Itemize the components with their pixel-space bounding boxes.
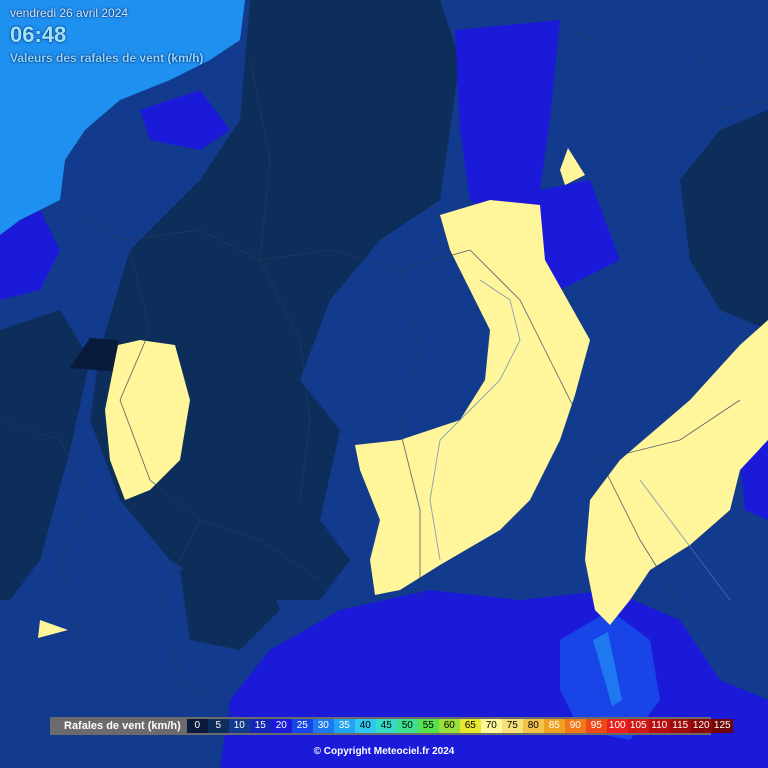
legend-step-65: 65 [459,719,481,733]
color-legend: Rafales de vent (km/h) 0 5 10 15 20 25 30 35 40 4… [50,717,733,735]
legend-step-110: 110 [648,719,670,733]
legend-step-115: 115 [669,719,691,733]
legend-step-50: 50 [396,719,418,733]
legend-step-120: 120 [690,719,712,733]
legend-step-20: 20 [270,719,292,733]
legend-step-10: 10 [228,719,250,733]
legend-step-45: 45 [375,719,397,733]
legend-step-90: 90 [564,719,586,733]
legend-step-30: 30 [312,719,334,733]
legend-step-70: 70 [480,719,502,733]
legend-label: Rafales de vent (km/h) [64,720,181,732]
forecast-date: vendredi 26 avril 2024 [10,6,129,20]
legend-step-80: 80 [522,719,544,733]
forecast-time: 06:48 [10,22,67,47]
legend-step-5: 5 [207,719,229,733]
legend-step-60: 60 [438,719,460,733]
legend-step-105: 105 [627,719,649,733]
legend-step-0: 0 [186,719,208,733]
legend-step-15: 15 [249,719,271,733]
map-subtitle: Valeurs des rafales de vent (km/h) [10,51,204,65]
legend-step-40: 40 [354,719,376,733]
legend-step-95: 95 [585,719,607,733]
legend-step-55: 55 [417,719,439,733]
wind-gust-map [0,0,768,768]
legend-step-35: 35 [333,719,355,733]
legend-step-25: 25 [291,719,313,733]
copyright-text: © Copyright Meteociel.fr 2024 [313,746,455,757]
legend-step-125: 125 [711,719,733,733]
legend-step-75: 75 [501,719,523,733]
legend-step-85: 85 [543,719,565,733]
legend-scale: 0 5 10 15 20 25 30 35 40 45 50 55 60 65 70 75 80 85 90 95 10… [186,719,733,733]
legend-step-100: 100 [606,719,628,733]
